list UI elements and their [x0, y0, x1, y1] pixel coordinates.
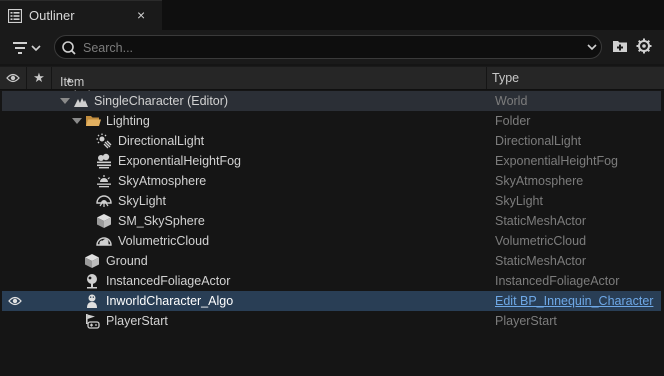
tree-row-folder[interactable]: Lighting Folder — [2, 111, 661, 131]
sort-ascending-icon: ▲ — [65, 75, 73, 84]
tree-row-actor[interactable]: ExponentialHeightFog ExponentialHeightFo… — [2, 151, 661, 171]
outliner-icon — [8, 9, 22, 23]
tree-row-type: PlayerStart — [495, 314, 557, 328]
tree-row-actor[interactable]: SkyLight SkyLight — [2, 191, 661, 211]
cloud-icon — [96, 237, 112, 246]
tree-row-actor[interactable]: Ground StaticMeshActor — [2, 251, 661, 271]
directional-light-icon — [96, 133, 112, 149]
folder-icon — [86, 116, 101, 126]
sky-atmosphere-icon — [97, 175, 111, 188]
tree-row-label: SkyAtmosphere — [118, 174, 207, 188]
player-start-icon — [86, 314, 100, 329]
type-column-header[interactable]: Type — [492, 71, 519, 85]
tree-row-label: InstancedFoliageActor — [106, 274, 231, 288]
search-input[interactable] — [81, 38, 565, 58]
chevron-down-icon[interactable] — [586, 42, 598, 52]
tab-outliner[interactable]: Outliner × — [0, 0, 162, 30]
tree-row-actor[interactable]: SkyAtmosphere SkyAtmosphere — [2, 171, 661, 191]
outliner-toolbar — [0, 30, 664, 64]
tree-row-label: InworldCharacter_Algo — [106, 294, 234, 308]
tree-row-label: SM_SkySphere — [118, 214, 205, 228]
expand-arrow-icon[interactable] — [72, 118, 82, 124]
tab-bar: Outliner × — [0, 0, 664, 30]
fog-icon — [97, 153, 111, 169]
tree-row-type: SkyLight — [495, 194, 543, 208]
tree-row-label: DirectionalLight — [118, 134, 205, 148]
tree-row-type: InstancedFoliageActor — [495, 274, 620, 288]
tree-row-world[interactable]: SingleCharacter (Editor) World — [2, 91, 661, 111]
static-mesh-icon — [85, 254, 99, 268]
tree-row-actor-selected[interactable]: InworldCharacter_Algo Edit BP_Innequin_C… — [2, 291, 661, 311]
eye-icon[interactable] — [8, 295, 22, 307]
tree-row-type: Folder — [495, 114, 531, 128]
skylight-icon — [96, 195, 112, 207]
edit-blueprint-link[interactable]: Edit BP_Innequin_Character — [495, 294, 653, 308]
foliage-icon — [87, 274, 97, 289]
tree-row-actor[interactable]: InstancedFoliageActor InstancedFoliageAc… — [2, 271, 661, 291]
tree-row-label: Lighting — [106, 114, 150, 128]
tree-row-type: StaticMeshActor — [495, 254, 587, 268]
tree-row-type: ExponentialHeightFog — [495, 154, 618, 168]
tree-row-type: StaticMeshActor — [495, 214, 587, 228]
pin-column-header[interactable]: ★ — [27, 67, 52, 89]
item-label-column-header[interactable]: Item Label▲ — [52, 67, 487, 103]
tree-row-label: PlayerStart — [106, 314, 168, 328]
character-icon — [87, 294, 97, 308]
eye-icon — [6, 73, 20, 83]
tab-title: Outliner — [29, 8, 75, 23]
tree-row-type: VolumetricCloud — [495, 234, 587, 248]
level-icon — [74, 98, 88, 107]
tree-row-label: SkyLight — [118, 194, 166, 208]
close-icon[interactable]: × — [137, 7, 145, 23]
tree-row-label: ExponentialHeightFog — [118, 154, 241, 168]
tree-row-type: SkyAtmosphere — [495, 174, 584, 188]
column-header: ★ Item Label▲ Type — [0, 66, 664, 103]
filter-icon[interactable] — [10, 39, 44, 57]
visibility-column-header[interactable] — [0, 67, 27, 89]
search-box[interactable] — [54, 35, 602, 59]
tree-row-type: World — [495, 94, 528, 108]
tree-row-type: DirectionalLight — [495, 134, 582, 148]
gear-icon[interactable] — [636, 38, 652, 54]
search-icon — [62, 41, 76, 55]
expand-arrow-icon[interactable] — [60, 98, 70, 104]
tree-row-actor[interactable]: DirectionalLight DirectionalLight — [2, 131, 661, 151]
tree-row-actor[interactable]: SM_SkySphere StaticMeshActor — [2, 211, 661, 231]
add-folder-icon[interactable] — [612, 38, 628, 54]
tree-row-actor[interactable]: VolumetricCloud VolumetricCloud — [2, 231, 661, 251]
tree-row-label: Ground — [106, 254, 148, 268]
tree-row-label: VolumetricCloud — [118, 234, 210, 248]
tree-row-label: SingleCharacter (Editor) — [94, 94, 229, 108]
static-mesh-icon — [97, 214, 111, 228]
tree-row-actor[interactable]: PlayerStart PlayerStart — [2, 311, 661, 331]
